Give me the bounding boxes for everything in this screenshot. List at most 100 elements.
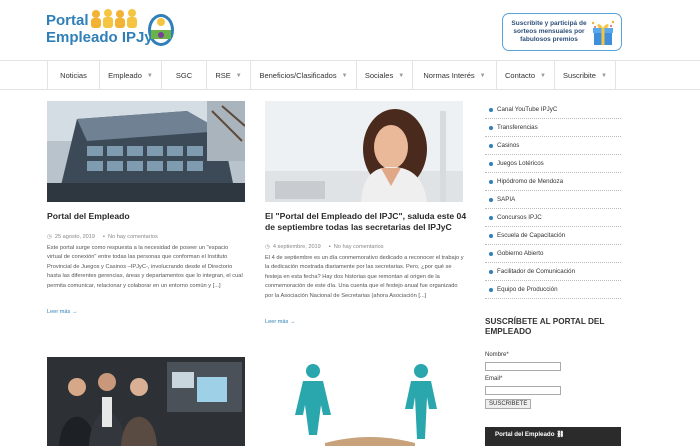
email-input[interactable]	[485, 386, 561, 395]
nav-item-label: Contacto	[505, 71, 536, 80]
bullet-icon	[489, 269, 493, 274]
subscribe-button[interactable]: SUSCRIBETE	[485, 399, 532, 409]
nav-item-beneficios[interactable]: Beneficios/Clasificados ▼	[250, 61, 356, 90]
post-meta: ◷ 25 agosto, 2019 ▪ No hay comentarios	[47, 234, 158, 240]
nav-item-normas[interactable]: Normas Interés ▼	[412, 61, 496, 90]
nav-item-label: Suscribite	[563, 71, 596, 80]
site-header: Portal Empleado IPJyC Suscribite y parti…	[0, 0, 700, 60]
comment-icon: ▪	[103, 234, 105, 240]
site-logo[interactable]: Portal Empleado IPJyC	[46, 8, 176, 52]
portal-widget[interactable]: Portal del Empleado ⛓	[485, 427, 621, 446]
comment-icon: ▪	[328, 244, 331, 250]
post-comments[interactable]: ▪ No hay comentarios	[329, 244, 384, 250]
link-icon: ⛓	[556, 431, 565, 438]
chevron-down-icon: ▼	[235, 72, 242, 79]
chevron-down-icon: ▼	[146, 72, 153, 79]
nav-item-label: Beneficios/Clasificados	[259, 71, 337, 80]
team-photo	[47, 357, 245, 446]
post-title[interactable]: Portal del Empleado	[47, 211, 245, 222]
bullet-icon	[489, 125, 493, 130]
mendoza-seal-icon	[148, 14, 174, 46]
chevron-down-icon: ▼	[540, 72, 546, 79]
nav-item-noticias[interactable]: Noticias	[47, 61, 99, 90]
sidebar-link-label: Hipódromo de Mendoza	[497, 178, 564, 185]
promo-text: Suscribite y participá de sorteos mensua…	[511, 20, 587, 43]
sidebar-links: Canal YouTube IPJyC Transferencias Casin…	[485, 101, 621, 299]
post-date: ◷ 25 agosto, 2019	[47, 234, 95, 240]
bullet-icon	[489, 287, 493, 292]
sidebar-link[interactable]: Equipo de Producción	[485, 281, 621, 299]
sidebar-link[interactable]: Canal YouTube IPJyC	[485, 101, 621, 119]
post-date-text: 4 septiembre, 2019	[272, 244, 321, 250]
nav-item-sociales[interactable]: Sociales ▼	[356, 61, 412, 90]
sidebar-link[interactable]: Concursos IPJC	[485, 209, 621, 227]
post-image-secretary[interactable]	[265, 101, 463, 202]
subscribe-promo-banner[interactable]: Suscribite y participá de sorteos mensua…	[502, 13, 622, 51]
sidebar-link-label: Gobierno Abierto	[497, 250, 544, 257]
sidebar-link[interactable]: Hipódromo de Mendoza	[485, 173, 621, 191]
subscribe-heading: SUSCRÍBETE AL PORTAL DEL EMPLEADO	[485, 317, 605, 336]
sidebar-link[interactable]: Casinos	[485, 137, 621, 155]
post-date-text: 25 agosto, 2019	[54, 234, 96, 240]
chevron-down-icon: ▼	[479, 72, 486, 79]
nav-item-suscribite[interactable]: Suscribite ▼	[554, 61, 616, 90]
bullet-icon	[489, 251, 493, 256]
sidebar-link[interactable]: Facilitador de Comunicación	[485, 263, 621, 281]
sidebar-link-label: Escuela de Capacitación	[497, 232, 566, 239]
read-more-link[interactable]: Leer más →	[265, 319, 295, 325]
nav-item-sgc[interactable]: SGC	[161, 61, 206, 90]
sidebar-link-label: Equipo de Producción	[497, 286, 558, 293]
bullet-icon	[489, 107, 493, 112]
post-excerpt: El 4 de septiembre es un día conmemorati…	[265, 255, 464, 299]
nav-item-label: SGC	[175, 71, 193, 80]
sidebar-link-label: Facilitador de Comunicación	[497, 268, 576, 275]
post-image-building[interactable]	[47, 101, 245, 202]
bullet-icon	[489, 233, 493, 238]
sidebar-link[interactable]: Gobierno Abierto	[485, 245, 621, 263]
bullet-icon	[489, 215, 493, 220]
bullet-icon	[489, 197, 493, 202]
post-date: ◷ 4 septiembre, 2019	[265, 244, 321, 250]
nav-item-contacto[interactable]: Contacto ▼	[496, 61, 554, 90]
sidebar-link[interactable]: Juegos Lotéricos	[485, 155, 621, 173]
post-image-figures[interactable]	[265, 357, 463, 446]
post-comments-text: No hay comentarios	[108, 234, 158, 240]
name-input[interactable]	[485, 362, 561, 371]
sidebar-link-label: Juegos Lotéricos	[497, 160, 544, 167]
sidebar-link-label: Casinos	[497, 142, 520, 149]
post-excerpt: Este portal surge como respuesta a la ne…	[47, 245, 243, 289]
name-label: Nombre*	[485, 352, 509, 358]
sidebar-link[interactable]: Escuela de Capacitación	[485, 227, 621, 245]
sidebar-link-label: SAPIA	[497, 196, 516, 203]
sidebar-link[interactable]: SAPIA	[485, 191, 621, 209]
secretary-photo	[265, 101, 463, 202]
nav-item-empleado[interactable]: Empleado ▼	[99, 61, 161, 90]
nav-item-label: Empleado	[108, 71, 142, 80]
clock-icon: ◷	[47, 234, 52, 240]
nav-item-label: RSE	[215, 71, 231, 80]
clock-icon: ◷	[265, 244, 270, 250]
main-nav: Noticias Empleado ▼ SGC RSE ▼ Beneficios/C…	[0, 60, 700, 90]
sidebar-link[interactable]: Transferencias	[485, 119, 621, 137]
post-comments[interactable]: ▪ No hay comentarios	[103, 234, 158, 240]
nav-item-rse[interactable]: RSE ▼	[206, 61, 250, 90]
people-icon	[91, 9, 137, 28]
chevron-down-icon: ▼	[398, 72, 405, 79]
sidebar-link-label: Canal YouTube IPJyC	[497, 106, 558, 113]
bullet-icon	[489, 161, 493, 166]
nav-item-label: Sociales	[364, 71, 394, 80]
post-meta: ◷ 4 septiembre, 2019 ▪ No hay comentarios	[265, 244, 384, 250]
nav-item-label: Noticias	[60, 71, 87, 80]
post-title[interactable]: El "Portal del Empleado del IPJC", salud…	[265, 211, 467, 233]
nav-item-label: Normas Interés	[423, 71, 475, 80]
read-more-link[interactable]: Leer más →	[47, 309, 77, 315]
gift-icon	[591, 20, 615, 45]
email-label: Email*	[485, 376, 503, 382]
sidebar-link-label: Concursos IPJC	[497, 214, 542, 221]
post-comments-text: No hay comentarios	[333, 244, 384, 250]
post-image-team[interactable]	[47, 357, 245, 446]
widget-title-text: Portal del Empleado	[495, 431, 555, 438]
building-photo	[47, 101, 245, 202]
chevron-down-icon: ▼	[600, 72, 607, 79]
bullet-icon	[489, 179, 493, 184]
